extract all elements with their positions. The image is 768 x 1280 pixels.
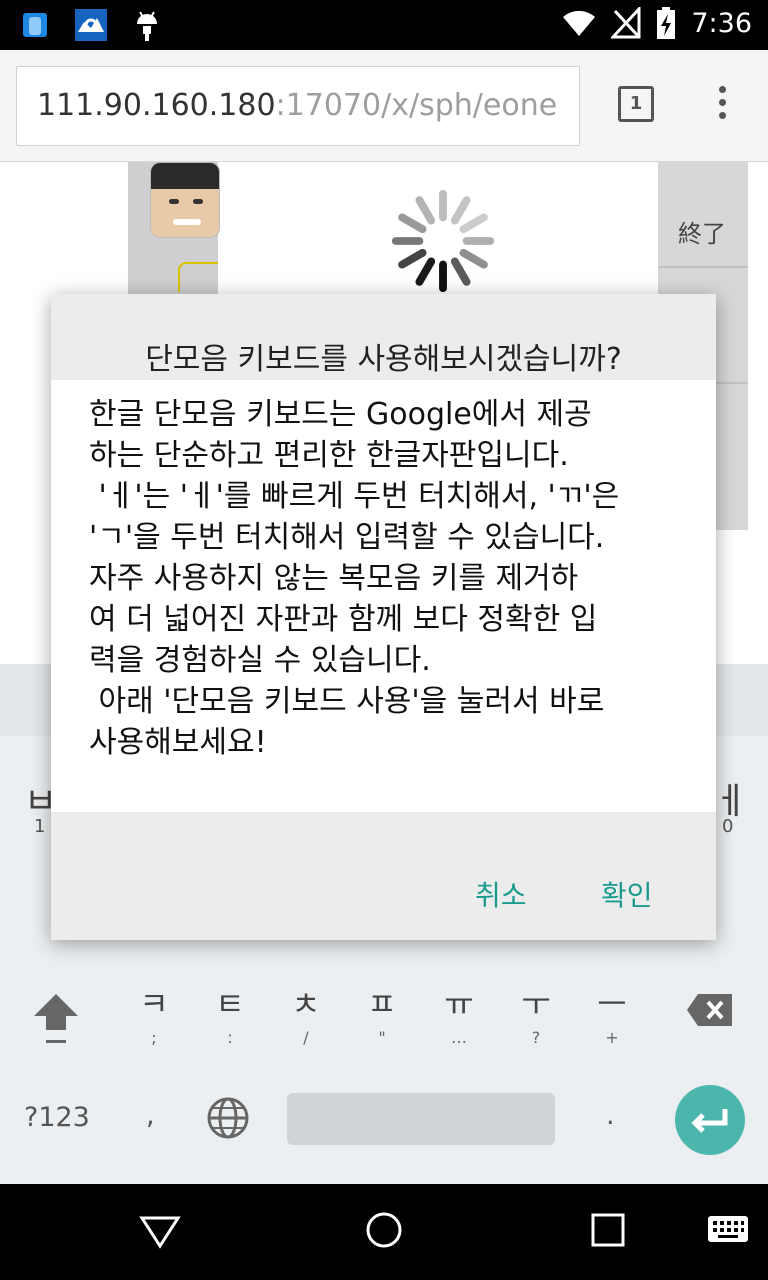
keyboard-switch-icon[interactable] — [706, 1210, 750, 1246]
battery-charging-icon — [657, 7, 676, 39]
space-key[interactable] — [287, 1093, 555, 1145]
url-field[interactable]: 111.90.160.180:17070/x/sph/eone — [16, 66, 580, 146]
tab-switcher-button[interactable]: 1 — [618, 86, 654, 122]
url-text: 111.90.160.180:17070/x/sph/eone — [37, 88, 557, 123]
status-bar-right: 7:36 — [561, 6, 752, 40]
language-switch-key[interactable] — [206, 1096, 250, 1140]
app-notification-icon — [18, 8, 52, 42]
key-u[interactable]: ㅜ? — [514, 984, 558, 1047]
key-k[interactable]: ㅋ; — [132, 984, 176, 1047]
clock: 7:36 — [691, 7, 752, 39]
enter-icon — [691, 1109, 728, 1133]
avatar — [150, 162, 220, 238]
key-num-right: 0 — [722, 816, 734, 837]
key-yu[interactable]: ㅠ… — [437, 984, 481, 1047]
status-bar: 7:36 — [0, 0, 768, 50]
period-key[interactable]: . — [606, 1100, 615, 1131]
loading-spinner-icon — [391, 189, 495, 293]
url-host: 111.90.160.180 — [37, 88, 276, 123]
cancel-button[interactable]: 취소 — [475, 874, 527, 914]
keyboard-prompt-dialog: 단모음 키보드를 사용해보시겠습니까? 한글 단모음 키보드는 Google에서… — [51, 294, 716, 940]
backspace-key[interactable] — [686, 992, 734, 1028]
dialog-message: 한글 단모음 키보드는 Google에서 제공 하는 단순하고 편리한 한글자판… — [89, 397, 620, 760]
comma-key[interactable]: , — [146, 1100, 155, 1131]
shift-key[interactable] — [30, 990, 82, 1050]
no-signal-icon — [611, 7, 641, 39]
backspace-icon — [687, 994, 732, 1026]
key-ch[interactable]: ㅊ / — [284, 984, 328, 1047]
key-num-left: 1 — [34, 816, 46, 837]
key-eu[interactable]: ㅡ + — [590, 984, 634, 1047]
globe-icon — [207, 1097, 249, 1139]
dialog-actions: 취소 확인 — [51, 812, 716, 940]
recents-icon[interactable] — [590, 1210, 626, 1250]
overflow-menu-icon[interactable] — [712, 86, 732, 126]
symbols-key[interactable]: ?123 — [24, 1102, 90, 1133]
shift-icon — [34, 994, 78, 1043]
key-p[interactable]: ㅍ " — [360, 984, 404, 1047]
url-path: :17070/x/sph/eone — [275, 88, 558, 123]
dialog-title: 단모음 키보드를 사용해보시겠습니까? — [145, 342, 622, 377]
back-icon[interactable] — [138, 1210, 182, 1250]
navigation-bar — [0, 1184, 768, 1280]
photos-icon — [74, 8, 108, 42]
key-t[interactable]: ㅌ: — [208, 984, 252, 1047]
wifi-icon — [563, 10, 596, 36]
ok-button[interactable]: 확인 — [601, 874, 653, 914]
enter-key[interactable] — [675, 1085, 745, 1155]
browser-toolbar: 111.90.160.180:17070/x/sph/eone 1 — [0, 50, 768, 162]
android-debug-icon — [130, 8, 164, 42]
home-icon[interactable] — [364, 1210, 404, 1250]
page-highlight-box — [178, 262, 218, 292]
status-bar-left — [18, 8, 164, 42]
end-label[interactable]: 終了 — [678, 214, 726, 249]
